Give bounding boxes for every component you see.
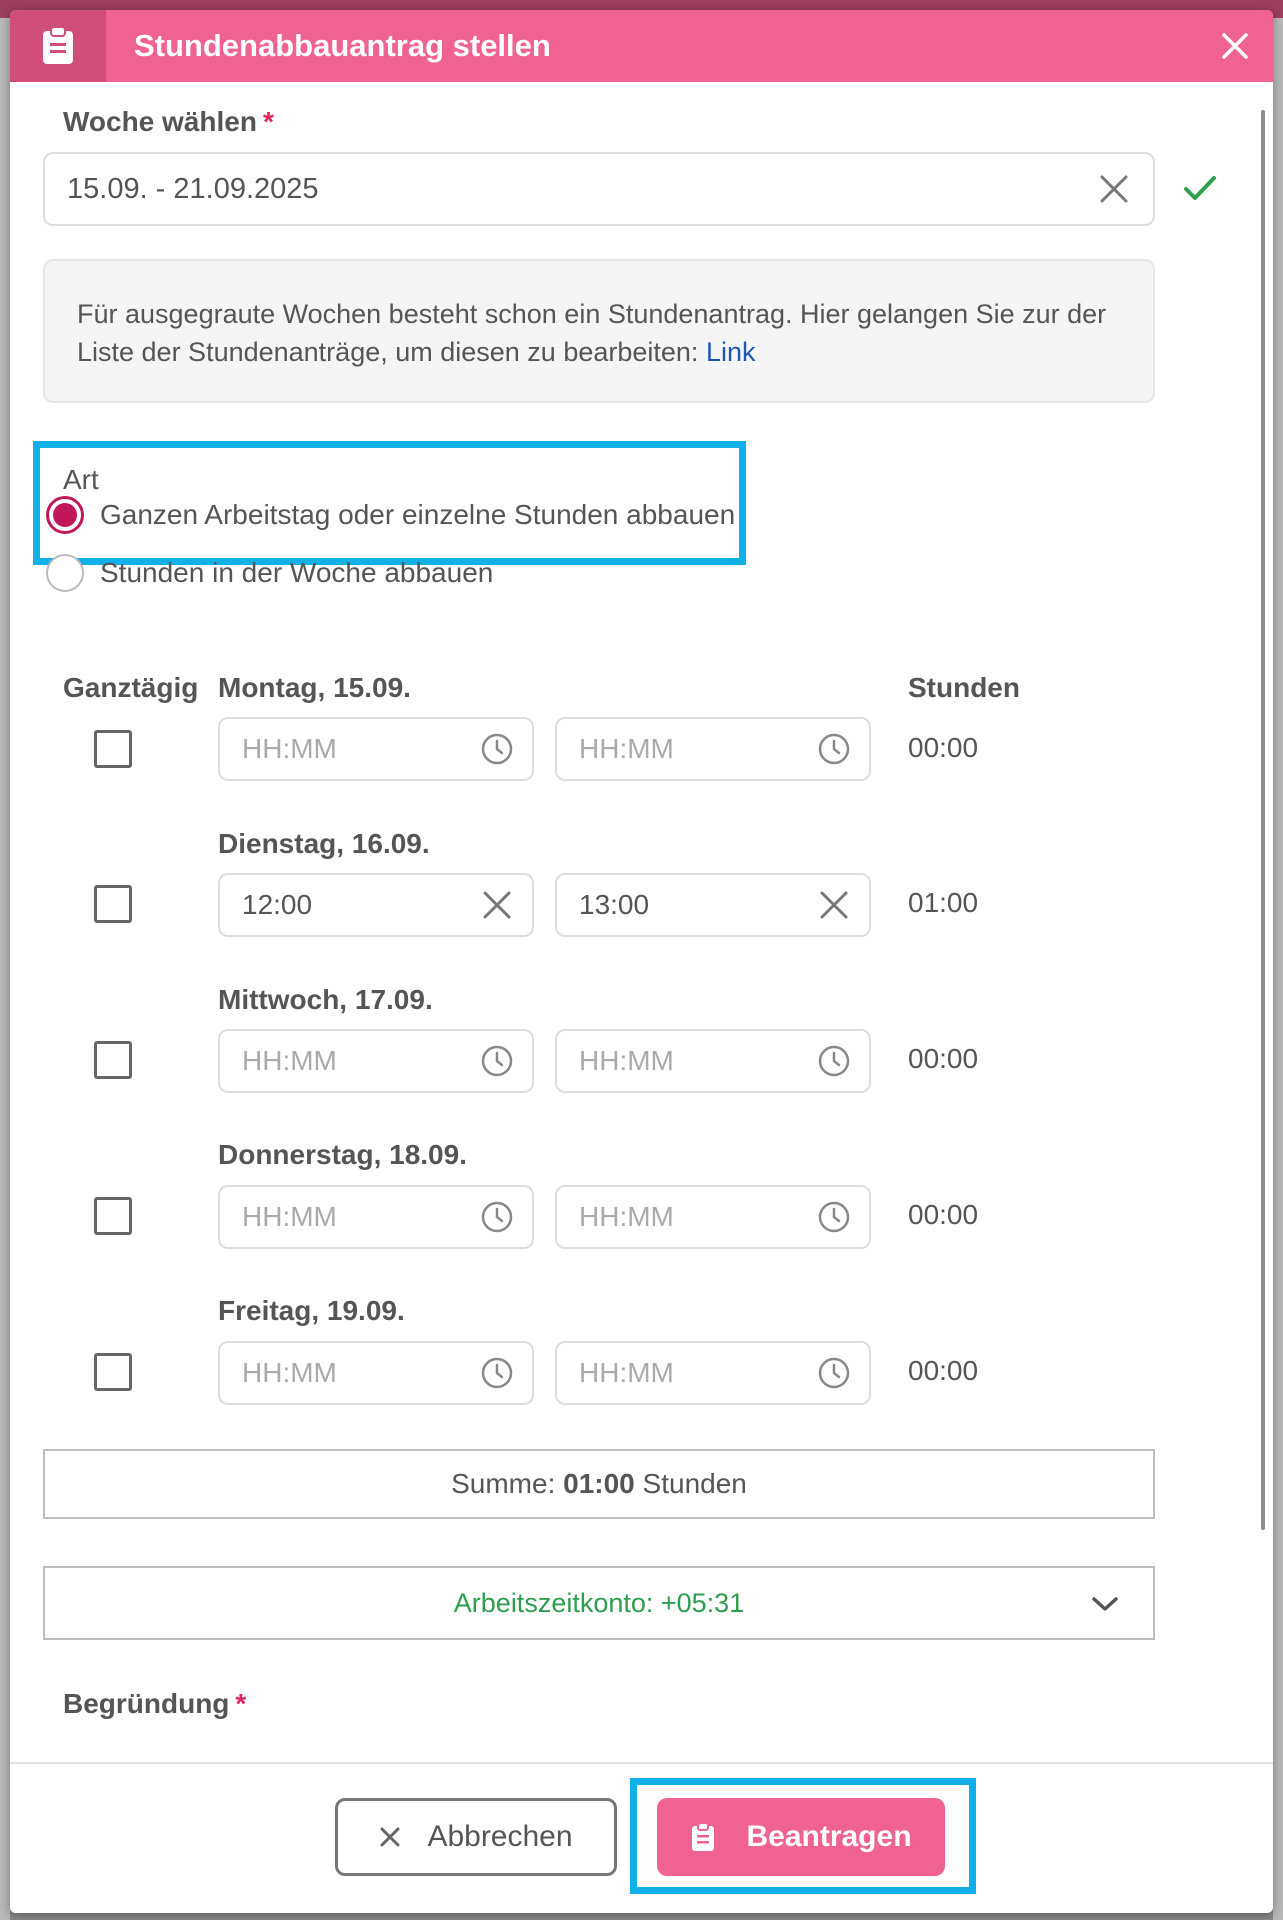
hours-value: 01:00 bbox=[908, 887, 979, 918]
time-from-input[interactable]: 12:00 bbox=[218, 873, 534, 937]
radio-label: Ganzen Arbeitstag oder einzelne Stunden … bbox=[100, 499, 736, 530]
dialog-content: Woche wählen * 15.09. - 21.09.2025 Für au… bbox=[10, 82, 1273, 1762]
info-box: Für ausgegraute Wochen besteht schon ein… bbox=[43, 259, 1155, 403]
sum-suffix: Stunden bbox=[634, 1468, 747, 1499]
close-icon bbox=[379, 1826, 401, 1848]
time-placeholder: HH:MM bbox=[579, 733, 674, 764]
background-page-left bbox=[0, 18, 10, 1920]
clipboard-icon bbox=[10, 10, 106, 82]
radio-button[interactable] bbox=[46, 554, 84, 592]
column-header-hours: Stunden bbox=[908, 672, 1020, 703]
clock-icon[interactable] bbox=[815, 1198, 853, 1236]
time-placeholder: HH:MM bbox=[242, 1201, 337, 1232]
sum-box: Summe: 01:00 Stunden bbox=[43, 1449, 1155, 1519]
week-value: 15.09. - 21.09.2025 bbox=[67, 173, 319, 205]
background-page-right bbox=[1273, 18, 1283, 1920]
reason-label: Begründung * bbox=[63, 1688, 247, 1719]
check-icon bbox=[1180, 168, 1220, 208]
fullday-checkbox[interactable] bbox=[94, 1041, 132, 1079]
fullday-checkbox[interactable] bbox=[94, 1353, 132, 1391]
time-to-input[interactable]: HH:MM bbox=[555, 1185, 871, 1249]
radio-button-checked[interactable] bbox=[46, 496, 84, 534]
submit-button[interactable]: Beantragen bbox=[657, 1798, 945, 1876]
cancel-label: Abbrechen bbox=[427, 1820, 573, 1853]
clear-icon[interactable] bbox=[478, 886, 516, 924]
time-to-input[interactable]: HH:MM bbox=[555, 1341, 871, 1405]
time-value: 13:00 bbox=[579, 889, 650, 920]
sum-value: 01:00 bbox=[563, 1468, 635, 1499]
close-icon[interactable] bbox=[1213, 24, 1257, 68]
dialog-title: Stundenabbauantrag stellen bbox=[134, 28, 551, 63]
fullday-checkbox[interactable] bbox=[94, 1197, 132, 1235]
clipboard-icon bbox=[690, 1822, 716, 1852]
time-from-input[interactable]: HH:MM bbox=[218, 717, 534, 781]
fullday-checkbox[interactable] bbox=[94, 885, 132, 923]
time-to-input[interactable]: 13:00 bbox=[555, 873, 871, 937]
time-placeholder: HH:MM bbox=[242, 1357, 337, 1388]
dialog-footer: Abbrechen Beantragen bbox=[10, 1762, 1273, 1913]
fullday-checkbox[interactable] bbox=[94, 730, 132, 768]
time-to-input[interactable]: HH:MM bbox=[555, 1029, 871, 1093]
clear-icon[interactable] bbox=[1093, 168, 1135, 210]
art-label: Art bbox=[63, 464, 99, 495]
submit-label: Beantragen bbox=[746, 1820, 912, 1853]
column-header-fullday: Ganztägig bbox=[63, 672, 199, 703]
day-label: Donnerstag, 18.09. bbox=[218, 1139, 467, 1170]
info-text: Für ausgegraute Wochen besteht schon ein… bbox=[77, 299, 1107, 367]
week-label: Woche wählen * bbox=[63, 106, 274, 137]
hours-value: 00:00 bbox=[908, 1199, 979, 1230]
time-to-input[interactable]: HH:MM bbox=[555, 717, 871, 781]
hours-value: 00:00 bbox=[908, 1043, 979, 1074]
day-label: Montag, 15.09. bbox=[218, 672, 411, 703]
clock-icon[interactable] bbox=[815, 1354, 853, 1392]
time-from-input[interactable]: HH:MM bbox=[218, 1185, 534, 1249]
radio-label: Stunden in der Woche abbauen bbox=[100, 557, 494, 588]
time-from-input[interactable]: HH:MM bbox=[218, 1341, 534, 1405]
dialog-titlebar: Stundenabbauantrag stellen bbox=[10, 10, 1273, 82]
time-placeholder: HH:MM bbox=[579, 1357, 674, 1388]
clock-icon[interactable] bbox=[815, 1042, 853, 1080]
clear-icon[interactable] bbox=[815, 886, 853, 924]
time-value: 12:00 bbox=[242, 889, 313, 920]
day-label: Freitag, 19.09. bbox=[218, 1295, 405, 1326]
time-placeholder: HH:MM bbox=[242, 1045, 337, 1076]
time-placeholder: HH:MM bbox=[579, 1045, 674, 1076]
scrollbar[interactable] bbox=[1261, 110, 1265, 1530]
day-label: Mittwoch, 17.09. bbox=[218, 984, 433, 1015]
week-select-field[interactable]: 15.09. - 21.09.2025 bbox=[43, 152, 1155, 226]
clock-icon[interactable] bbox=[478, 1198, 516, 1236]
clock-icon[interactable] bbox=[478, 1042, 516, 1080]
hours-value: 00:00 bbox=[908, 1355, 979, 1386]
clock-icon[interactable] bbox=[478, 1354, 516, 1392]
radio-option-week-hours[interactable]: Stunden in der Woche abbauen bbox=[46, 551, 493, 595]
day-label: Dienstag, 16.09. bbox=[218, 828, 430, 859]
sum-prefix: Summe: bbox=[451, 1468, 564, 1499]
work-time-account-dropdown[interactable]: Arbeitszeitkonto: +05:31 bbox=[43, 1566, 1155, 1640]
work-time-account-label: Arbeitszeitkonto: +05:31 bbox=[453, 1588, 745, 1618]
time-placeholder: HH:MM bbox=[242, 733, 337, 764]
cancel-button[interactable]: Abbrechen bbox=[335, 1798, 617, 1876]
time-from-input[interactable]: HH:MM bbox=[218, 1029, 534, 1093]
hours-value: 00:00 bbox=[908, 732, 979, 763]
requests-list-link[interactable]: Link bbox=[706, 337, 756, 367]
clock-icon[interactable] bbox=[815, 730, 853, 768]
radio-option-full-day[interactable]: Ganzen Arbeitstag oder einzelne Stunden … bbox=[46, 493, 735, 537]
clock-icon[interactable] bbox=[478, 730, 516, 768]
chevron-down-icon[interactable] bbox=[1087, 1586, 1123, 1622]
overtime-reduction-dialog: Stundenabbauantrag stellen Woche wählen *… bbox=[10, 10, 1273, 1913]
time-placeholder: HH:MM bbox=[579, 1201, 674, 1232]
